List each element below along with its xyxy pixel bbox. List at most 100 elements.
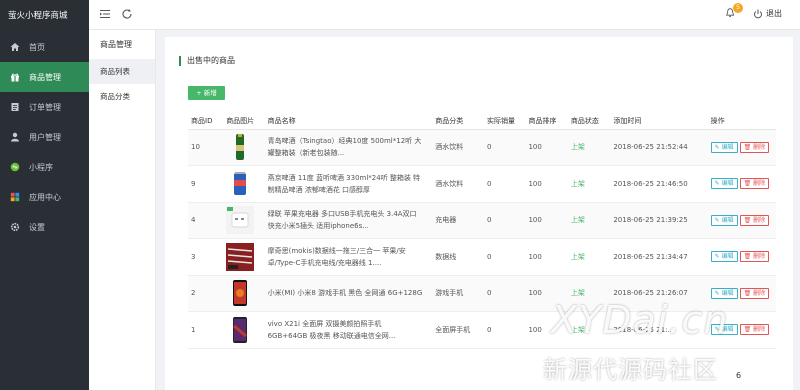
- watermark-logo: XYDai.cn: [551, 298, 729, 342]
- product-sales: 0: [484, 238, 526, 276]
- nav-label: 设置: [29, 222, 45, 232]
- edit-button[interactable]: ✎ 编辑: [710, 214, 738, 226]
- logout-button[interactable]: 退出: [753, 8, 782, 19]
- table-row: 3 摩奇思(mokis)数据线一拖三/三合一 苹果/安卓/Type-C手机充电线…: [188, 238, 776, 276]
- brand-title: 萤火小程序商城: [8, 11, 68, 21]
- edit-button[interactable]: ✎ 编辑: [710, 178, 738, 190]
- menu-toggle-icon[interactable]: [99, 8, 111, 20]
- edit-button[interactable]: ✎ 编辑: [710, 141, 738, 153]
- product-sales: 0: [484, 129, 526, 166]
- product-sort: 100: [525, 129, 568, 166]
- nav-item-home[interactable]: 首页: [0, 32, 89, 62]
- product-added-time: 2018-06-25 21:52:44: [610, 129, 708, 166]
- product-id: 4: [188, 202, 224, 239]
- product-category: 充电器: [432, 202, 485, 239]
- delete-label: 删除: [753, 216, 766, 224]
- column-header: 商品排序: [525, 113, 568, 130]
- nav-label: 应用中心: [29, 192, 61, 202]
- product-added-time: 2018-06-25 21:39:25: [610, 202, 708, 239]
- product-sales: 0: [484, 275, 526, 312]
- delete-button[interactable]: 🗑 删除: [739, 287, 770, 299]
- product-added-time: 2018-06-25 21:34:47: [610, 238, 708, 276]
- delete-button[interactable]: 🗑 删除: [739, 141, 770, 153]
- nav-item-users[interactable]: 用户管理: [0, 122, 89, 152]
- product-sort: 100: [525, 165, 568, 203]
- delete-button[interactable]: 🗑 删除: [739, 214, 770, 226]
- column-header: 商品分类: [432, 113, 485, 130]
- product-image-phone-red[interactable]: [226, 279, 254, 307]
- subnav-item-product-category[interactable]: 商品分类: [89, 84, 155, 109]
- product-image-phone-vivo[interactable]: [226, 316, 254, 344]
- product-image-beer-bottle[interactable]: [226, 133, 254, 161]
- nav-item-miniprogram[interactable]: 小程序: [0, 152, 89, 182]
- product-status: 上架: [567, 129, 611, 166]
- nav-label: 用户管理: [29, 132, 61, 142]
- product-id: 9: [188, 165, 224, 203]
- product-category: 游戏手机: [432, 275, 485, 312]
- pagination-text: 6: [736, 371, 742, 380]
- watermark-text: 新源代源码社区: [543, 356, 718, 384]
- delete-button[interactable]: 🗑 删除: [739, 251, 770, 263]
- edit-button[interactable]: ✎ 编辑: [710, 251, 738, 263]
- subnav-item-product-list[interactable]: 商品列表: [89, 59, 155, 84]
- table-row: 10 青岛啤酒（Tsingtao）经典10度 500ml*12听 大罐整箱装（新…: [188, 129, 776, 166]
- edit-label: 编辑: [721, 180, 734, 188]
- edit-label: 编辑: [721, 289, 734, 297]
- product-id: 1: [188, 311, 224, 349]
- table-row: 4 绿联 苹果充电器 多口USB手机充电头 3.4A双口快充小米5插头 适用ip…: [188, 202, 776, 239]
- delete-button[interactable]: 🗑 删除: [739, 324, 770, 336]
- product-name: 燕京啤酒 11度 蓝听啤酒 330ml*24听 整箱装 特制精品啤酒 浓郁啤酒花…: [267, 173, 421, 194]
- product-id: 3: [188, 238, 224, 276]
- home-icon: [9, 41, 21, 53]
- delete-label: 删除: [753, 253, 766, 261]
- add-product-button[interactable]: + 新增: [188, 86, 225, 100]
- logout-label: 退出: [766, 9, 782, 18]
- product-sort: 100: [525, 202, 568, 239]
- order-list-icon: [9, 101, 21, 113]
- delete-label: 删除: [753, 289, 766, 297]
- user-icon: [9, 131, 21, 143]
- product-image-cables[interactable]: [226, 242, 255, 271]
- column-header: 添加时间: [610, 113, 708, 130]
- edit-label: 编辑: [721, 253, 734, 261]
- product-id: 10: [188, 129, 224, 166]
- delete-label: 删除: [753, 143, 766, 151]
- delete-button[interactable]: 🗑 删除: [739, 178, 770, 190]
- product-category: 全面屏手机: [432, 311, 485, 349]
- product-status: 上架: [567, 238, 611, 276]
- edit-label: 编辑: [721, 216, 734, 224]
- product-status: 上架: [567, 202, 611, 239]
- notification-badge: 5: [733, 3, 743, 13]
- product-sort: 100: [525, 238, 568, 276]
- delete-label: 删除: [753, 180, 766, 188]
- product-id: 2: [188, 275, 224, 312]
- product-category: 酒水饮料: [432, 129, 485, 166]
- page-title: 出售中的商品: [179, 56, 235, 66]
- nav-item-orders[interactable]: 订单管理: [0, 92, 89, 122]
- subnav-title: 商品管理: [100, 40, 132, 49]
- column-header: 商品图片: [223, 113, 265, 130]
- gear-icon: [9, 221, 21, 233]
- nav-label: 首页: [29, 42, 45, 52]
- product-added-time: 2018-06-25 21:46:50: [610, 165, 708, 203]
- column-header: 操作: [707, 113, 776, 130]
- nav-item-settings[interactable]: 设置: [0, 212, 89, 242]
- product-image-charger[interactable]: [226, 206, 255, 235]
- table-header-row: 商品ID 商品图片 商品名称 商品分类 实际销量 商品排序 商品状态 添加时间 …: [188, 113, 776, 130]
- power-icon: [754, 9, 762, 18]
- product-image-beer-can[interactable]: [226, 170, 254, 198]
- delete-label: 删除: [753, 326, 766, 334]
- product-name: 青岛啤酒（Tsingtao）经典10度 500ml*12听 大罐整箱装（新老包装…: [267, 137, 422, 158]
- nav-label: 商品管理: [29, 72, 61, 82]
- nav-item-apps[interactable]: 应用中心: [0, 182, 89, 212]
- refresh-icon[interactable]: [121, 8, 133, 20]
- gift-icon: [9, 71, 21, 83]
- edit-label: 编辑: [721, 143, 734, 151]
- column-header: 商品ID: [188, 113, 224, 130]
- column-header: 商品名称: [264, 113, 433, 130]
- product-name: 绿联 苹果充电器 多口USB手机充电头 3.4A双口快充小米5插头 适用ipho…: [267, 210, 417, 231]
- main-sidebar: 萤火小程序商城 首页 商品管理 订单管理 用户管理 小程序 应用中心 设置: [0, 0, 89, 390]
- notification-bell-icon[interactable]: 5: [725, 3, 743, 21]
- nav-item-products[interactable]: 商品管理: [0, 62, 89, 92]
- product-name: 摩奇思(mokis)数据线一拖三/三合一 苹果/安卓/Type-C手机充电线/充…: [267, 246, 406, 267]
